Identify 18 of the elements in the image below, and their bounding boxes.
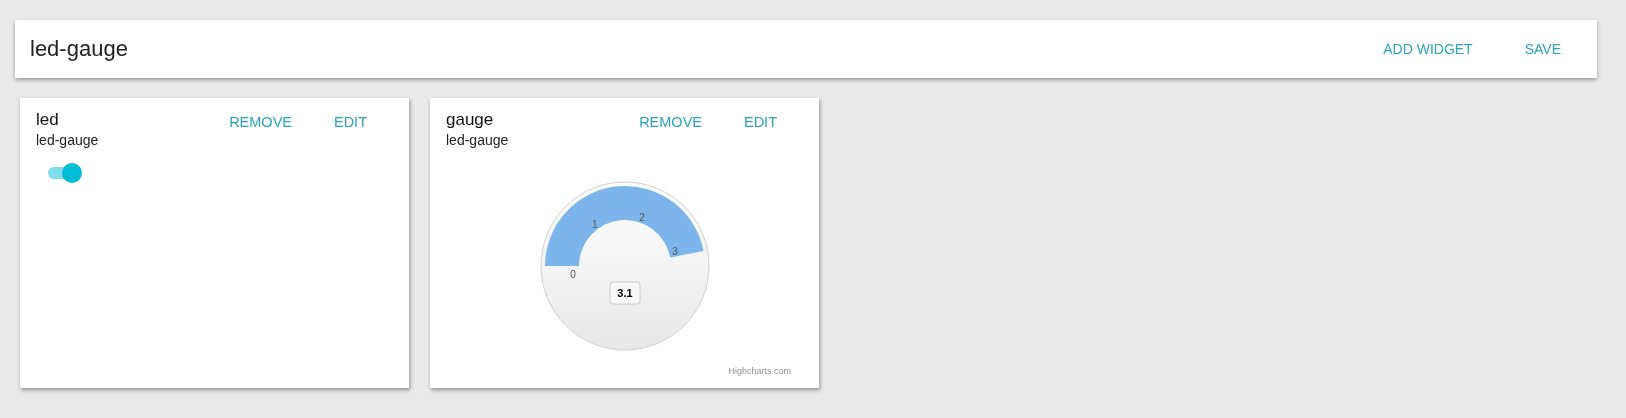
gauge-tick-label: 0 xyxy=(569,269,576,280)
gauge-tick-label: 2 xyxy=(638,211,645,223)
gauge-tick-label: 3 xyxy=(671,246,678,258)
chart-credit-link[interactable]: Highcharts.com xyxy=(728,366,791,376)
widget-action-button[interactable]: REMOVE xyxy=(633,110,708,134)
widget-action-button[interactable]: REMOVE xyxy=(223,110,298,134)
widget-action-button[interactable]: EDIT xyxy=(737,110,783,134)
widget-action-button[interactable]: EDIT xyxy=(327,110,373,134)
widget-subtitle: led-gauge xyxy=(36,132,99,148)
dashboard-title: led-gauge xyxy=(30,36,128,62)
gauge-value-label: 3.1 xyxy=(609,281,640,305)
led-toggle[interactable] xyxy=(46,162,82,184)
widget-title: gauge xyxy=(446,110,495,130)
header-action-button[interactable]: SAVE xyxy=(1518,37,1567,61)
gauge-tick-label: 1 xyxy=(591,218,598,230)
header-action-button[interactable]: ADD WIDGET xyxy=(1377,37,1479,61)
widget-subtitle: led-gauge xyxy=(446,132,509,148)
widget-title: led xyxy=(36,110,60,130)
